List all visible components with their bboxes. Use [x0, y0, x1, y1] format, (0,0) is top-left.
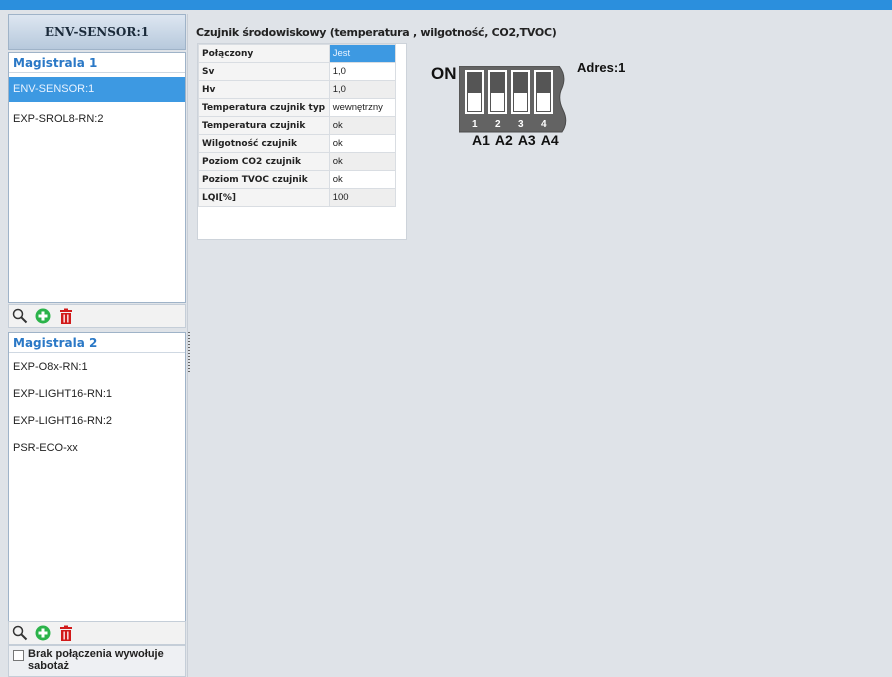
- table-row: Sv 1,0: [198, 62, 397, 81]
- property-key: Temperatura czujnik typ: [198, 98, 330, 117]
- properties-panel: Połączony Jest Sv 1,0 Hv 1,0 Temperatura…: [197, 43, 407, 240]
- property-value: wewnętrzny: [328, 98, 397, 117]
- property-key: Poziom TVOC czujnik: [198, 170, 330, 189]
- property-value: 100: [328, 188, 397, 207]
- property-value: 1,0: [328, 80, 397, 99]
- property-value: ok: [328, 116, 397, 135]
- bus-1-toolbar: [8, 304, 186, 328]
- bus-1-title: Magistrala 1: [9, 53, 185, 73]
- table-row: Poziom TVOC czujnik ok: [198, 170, 397, 189]
- dip-label: A1: [472, 132, 490, 148]
- left-panel: ENV-SENSOR:1 Magistrala 1 ENV-SENSOR:1 E…: [8, 14, 186, 677]
- property-key: Hv: [198, 80, 330, 99]
- list-item[interactable]: EXP-LIGHT16-RN:2: [9, 409, 185, 434]
- bus-2-list: Magistrala 2 EXP-O8x-RN:1 EXP-LIGHT16-RN…: [8, 332, 186, 623]
- property-key: Wilgotność czujnik: [198, 134, 330, 153]
- dip-switch-labels: A1 A2 A3 A4: [472, 132, 559, 148]
- property-key: Sv: [198, 62, 330, 81]
- property-value: ok: [328, 134, 397, 153]
- dip-number: 4: [541, 119, 547, 130]
- property-key: LQI[%]: [198, 188, 330, 207]
- dip-label: A4: [540, 132, 559, 148]
- properties-table: Połączony Jest Sv 1,0 Hv 1,0 Temperatura…: [198, 44, 397, 207]
- sabotage-option: Brak połączenia wywołuje sabotaż: [8, 645, 186, 677]
- selected-device-header: ENV-SENSOR:1: [8, 14, 186, 50]
- dip-number: 3: [518, 119, 524, 130]
- list-item[interactable]: ENV-SENSOR:1: [9, 77, 185, 102]
- table-row: Poziom CO2 czujnik ok: [198, 152, 397, 171]
- list-item[interactable]: EXP-LIGHT16-RN:1: [9, 382, 185, 407]
- bus-1-list: Magistrala 1 ENV-SENSOR:1 EXP-SROL8-RN:2: [8, 52, 186, 303]
- property-value: ok: [328, 170, 397, 189]
- property-key: Temperatura czujnik: [198, 116, 330, 135]
- table-row: Połączony Jest: [198, 44, 397, 63]
- dip-label: A2: [494, 132, 513, 148]
- table-row: Hv 1,0: [198, 80, 397, 99]
- table-row: Temperatura czujnik ok: [198, 116, 397, 135]
- add-icon[interactable]: [35, 625, 51, 641]
- delete-icon[interactable]: [58, 308, 74, 324]
- dip-number: 2: [495, 119, 501, 130]
- property-value: ok: [328, 152, 397, 171]
- bus-2-toolbar: [8, 621, 186, 645]
- list-item[interactable]: EXP-SROL8-RN:2: [9, 107, 185, 132]
- property-value: 1,0: [328, 62, 397, 81]
- table-row: LQI[%] 100: [198, 188, 397, 207]
- main-panel: Czujnik środowiskowy (temperatura , wilg…: [191, 14, 892, 677]
- bus-2-title: Magistrala 2: [9, 333, 185, 353]
- search-icon[interactable]: [12, 308, 28, 324]
- property-value: Jest: [328, 44, 397, 63]
- top-accent-bar: [0, 0, 892, 10]
- list-item[interactable]: EXP-O8x-RN:1: [9, 355, 185, 380]
- address-label: Adres:1: [577, 60, 626, 75]
- dip-number: 1: [472, 119, 478, 130]
- add-icon[interactable]: [35, 308, 51, 324]
- list-item[interactable]: PSR-ECO-xx: [9, 436, 185, 461]
- table-row: Wilgotność czujnik ok: [198, 134, 397, 153]
- property-key: Poziom CO2 czujnik: [198, 152, 330, 171]
- sabotage-label: Brak połączenia wywołuje sabotaż: [28, 648, 164, 672]
- search-icon[interactable]: [12, 625, 28, 641]
- splitter-grip[interactable]: [188, 332, 190, 372]
- dip-label: A3: [517, 132, 536, 148]
- sabotage-checkbox[interactable]: [13, 650, 24, 661]
- property-key: Połączony: [198, 44, 330, 63]
- dip-on-label: ON: [431, 64, 457, 83]
- delete-icon[interactable]: [58, 625, 74, 641]
- page-title: Czujnik środowiskowy (temperatura , wilg…: [196, 26, 557, 39]
- table-row: Temperatura czujnik typ wewnętrzny: [198, 98, 397, 117]
